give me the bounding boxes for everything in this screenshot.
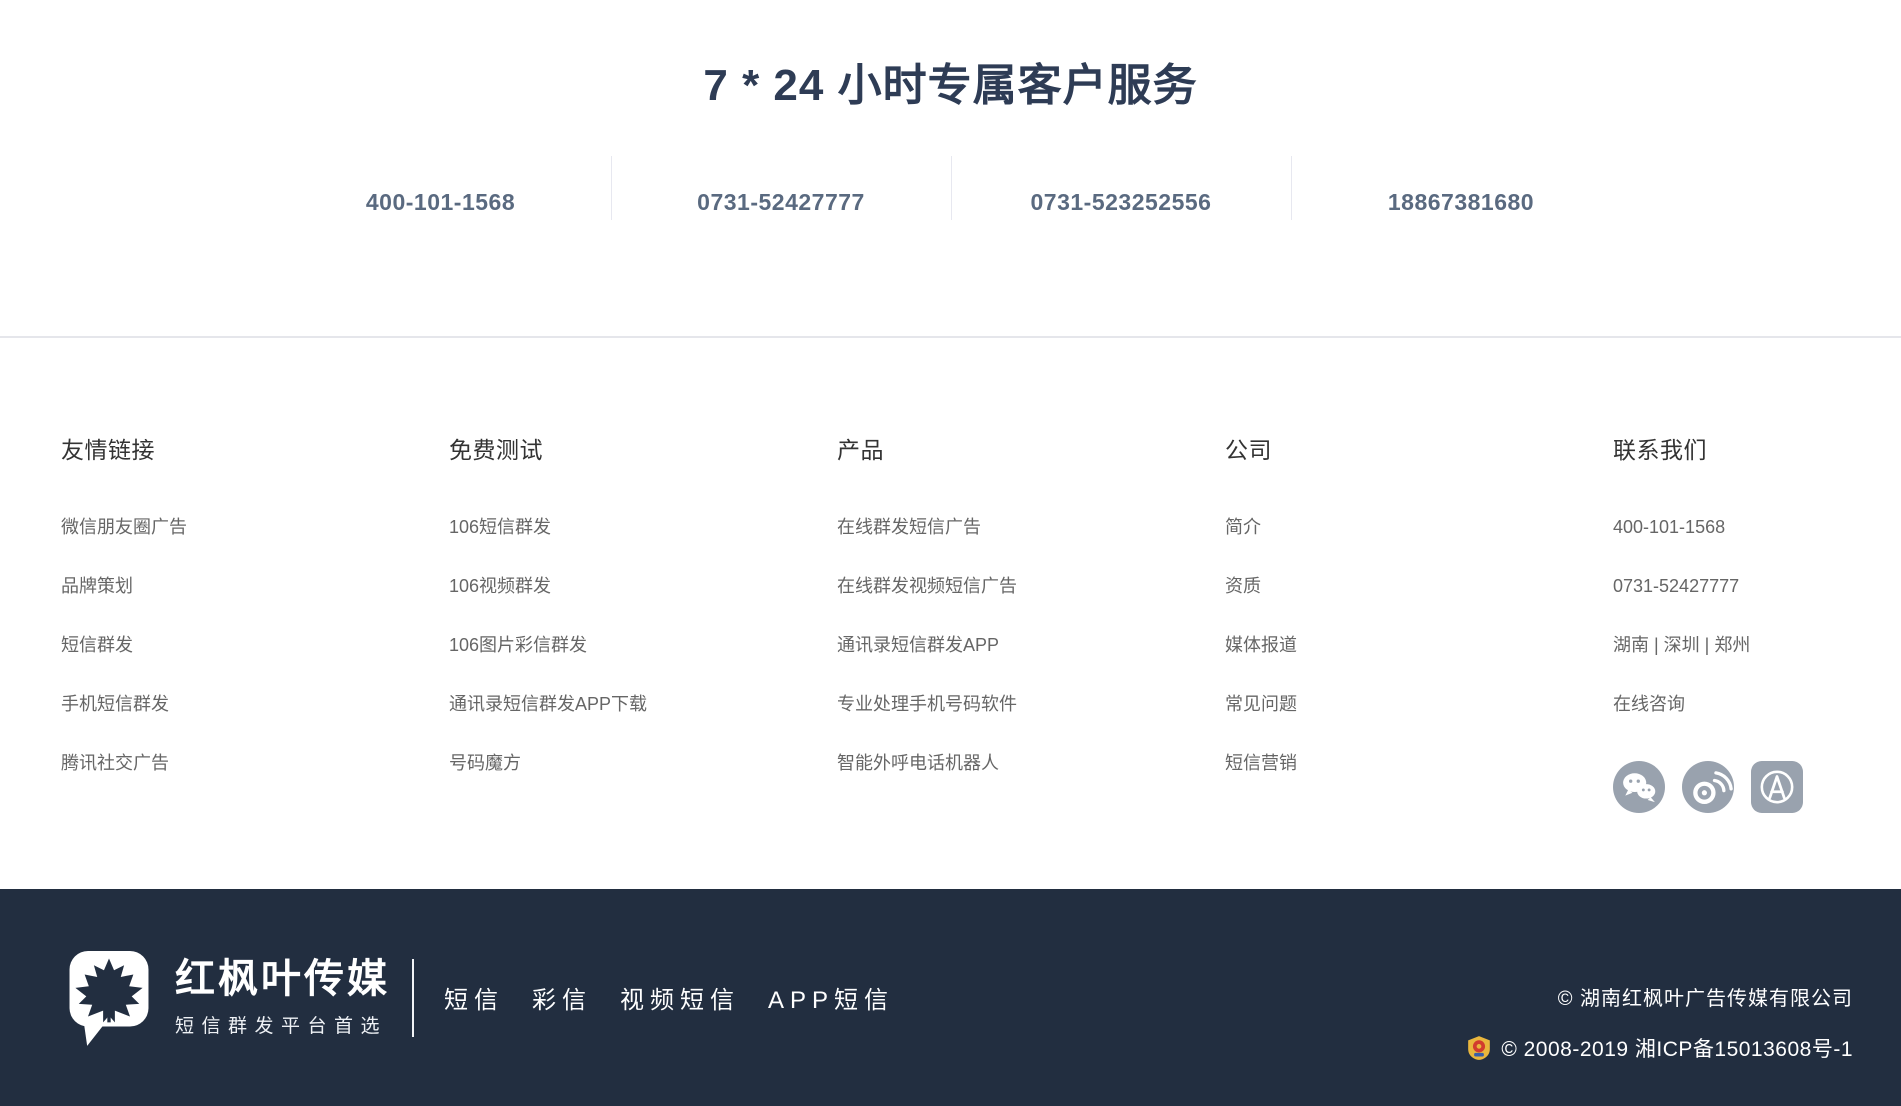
service-types: 短信彩信视频短信 APP短信	[444, 980, 894, 1015]
footer-link-item: 媒体报道	[1225, 636, 1613, 656]
maple-leaf-logo-icon	[67, 948, 151, 1048]
appstore-icon[interactable]	[1751, 761, 1803, 813]
footer-link[interactable]: 简介	[1225, 517, 1261, 537]
service-type-label: 短信	[444, 980, 504, 1015]
service-phone: 400-101-1568	[271, 156, 611, 220]
footer-link-item: 106短信群发	[449, 518, 837, 538]
footer-link[interactable]: 0731-52427777	[1613, 576, 1739, 596]
footer-link[interactable]: 品牌策划	[61, 576, 133, 596]
footer-link-item: 手机短信群发	[61, 695, 449, 715]
footer-link[interactable]: 腾讯社交广告	[61, 753, 169, 773]
brand-tagline: 短信群发平台首选	[175, 1011, 390, 1038]
footer-col-heading: 友情链接	[61, 431, 449, 465]
service-type-label: APP短信	[768, 980, 894, 1015]
footer-link-item: 品牌策划	[61, 577, 449, 597]
footer-link-item: 湖南 | 深圳 | 郑州	[1613, 636, 1901, 656]
footer-link[interactable]: 资质	[1225, 576, 1261, 596]
section-divider	[0, 336, 1901, 338]
footer-link-item: 0731-52427777	[1613, 577, 1901, 597]
footer-link[interactable]: 常见问题	[1225, 694, 1297, 714]
brand-area: 红枫叶传媒 短信群发平台首选 短信彩信视频短信 APP短信	[67, 948, 894, 1048]
footer-link-item: 简介	[1225, 518, 1613, 538]
footer-link[interactable]: 湖南 | 深圳 | 郑州	[1613, 635, 1750, 655]
footer-link-item: 常见问题	[1225, 695, 1613, 715]
copyright-icp[interactable]: © 2008-2019 湘ICP备15013608号-1	[1501, 1033, 1853, 1063]
footer-link-list: 微信朋友圈广告品牌策划短信群发手机短信群发腾讯社交广告	[61, 518, 449, 774]
copyright-area: © 湖南红枫叶广告传媒有限公司 © 2008-2019 湘ICP备1501360…	[1466, 982, 1853, 1063]
bottom-bar: 红枫叶传媒 短信群发平台首选 短信彩信视频短信 APP短信 © 湖南红枫叶广告传媒…	[0, 889, 1901, 1106]
service-phone: 0731-523252556	[951, 156, 1291, 220]
footer-link-list: 在线群发短信广告在线群发视频短信广告通讯录短信群发APP 专业处理手机号码软件智能…	[837, 518, 1225, 774]
footer-nav: 友情链接微信朋友圈广告品牌策划短信群发手机短信群发腾讯社交广告免费测试106短信…	[0, 431, 1901, 813]
footer-link[interactable]: 106视频群发	[449, 576, 551, 596]
footer-link-item: 短信营销	[1225, 754, 1613, 774]
footer-col-free-test: 免费测试 106短信群发 106视频群发 106图片彩信群发通讯录短信群发APP下载号…	[449, 431, 837, 813]
footer-link-item: 腾讯社交广告	[61, 754, 449, 774]
footer-link-list: 简介资质媒体报道常见问题短信营销	[1225, 518, 1613, 774]
service-phone-list: 400-101-15680731-524277770731-5232525561…	[0, 156, 1901, 220]
footer-link[interactable]: 106短信群发	[449, 517, 551, 537]
footer-link[interactable]: 在线群发视频短信广告	[837, 576, 1017, 596]
service-title: 7 * 24 小时专属客户服务	[0, 60, 1901, 112]
service-phone: 18867381680	[1291, 156, 1631, 220]
footer-link-item: 专业处理手机号码软件	[837, 695, 1225, 715]
footer-link-item: 在线群发短信广告	[837, 518, 1225, 538]
footer-col-company: 公司简介资质媒体报道常见问题短信营销	[1225, 431, 1613, 813]
wechat-icon[interactable]	[1613, 761, 1665, 813]
brand-name: 红枫叶传媒	[175, 957, 390, 1001]
footer-link[interactable]: 短信群发	[61, 635, 133, 655]
footer-link[interactable]: 智能外呼电话机器人	[837, 753, 999, 773]
footer-link[interactable]: 400-101-1568	[1613, 517, 1725, 537]
footer-link-list: 400-101-1568 0731-52427777 湖南 | 深圳 | 郑州在线咨…	[1613, 518, 1901, 715]
social-icons	[1613, 761, 1901, 813]
footer-link[interactable]: 短信营销	[1225, 753, 1297, 773]
footer-link-list: 106短信群发 106视频群发 106图片彩信群发通讯录短信群发APP下载号码魔方	[449, 518, 837, 774]
service-type-label: 彩信	[532, 980, 592, 1015]
footer-link-item: 号码魔方	[449, 754, 837, 774]
footer-link[interactable]: 专业处理手机号码软件	[837, 694, 1017, 714]
footer-link-item: 在线群发视频短信广告	[837, 577, 1225, 597]
footer-link-item: 在线咨询	[1613, 695, 1901, 715]
footer-link-item: 资质	[1225, 577, 1613, 597]
footer-link[interactable]: 微信朋友圈广告	[61, 517, 187, 537]
footer-col-heading: 公司	[1225, 431, 1613, 465]
footer-link-item: 通讯录短信群发APP下载	[449, 695, 837, 715]
footer-link-item: 智能外呼电话机器人	[837, 754, 1225, 774]
footer-link-item: 106图片彩信群发	[449, 636, 837, 656]
page: 7 * 24 小时专属客户服务 400-101-15680731-5242777…	[0, 0, 1901, 1106]
copyright-company: © 湖南红枫叶广告传媒有限公司	[1466, 982, 1853, 1011]
weibo-icon[interactable]	[1682, 761, 1734, 813]
service-phone: 0731-52427777	[611, 156, 951, 220]
footer-link[interactable]: 媒体报道	[1225, 635, 1297, 655]
footer-link-item: 400-101-1568	[1613, 518, 1901, 538]
footer-link-item: 微信朋友圈广告	[61, 518, 449, 538]
footer-link[interactable]: 号码魔方	[449, 753, 521, 773]
footer-link-item: 通讯录短信群发APP	[837, 636, 1225, 656]
footer-link[interactable]: 106图片彩信群发	[449, 635, 587, 655]
footer-link[interactable]: 通讯录短信群发APP	[837, 635, 999, 655]
footer-link[interactable]: 在线咨询	[1613, 694, 1685, 714]
footer-col-products: 产品在线群发短信广告在线群发视频短信广告通讯录短信群发APP 专业处理手机号码软件…	[837, 431, 1225, 813]
footer-col-contact: 联系我们 400-101-1568 0731-52427777 湖南 | 深圳 | 郑…	[1613, 431, 1901, 813]
footer-col-friend-links: 友情链接微信朋友圈广告品牌策划短信群发手机短信群发腾讯社交广告	[61, 431, 449, 813]
footer-link[interactable]: 手机短信群发	[61, 694, 169, 714]
police-badge-icon	[1466, 1035, 1492, 1061]
customer-service-section: 7 * 24 小时专属客户服务 400-101-15680731-5242777…	[0, 0, 1901, 220]
footer-col-heading: 产品	[837, 431, 1225, 465]
footer-col-heading: 联系我们	[1613, 431, 1901, 465]
copyright-icp-line: © 2008-2019 湘ICP备15013608号-1	[1466, 1033, 1853, 1063]
brand-text: 红枫叶传媒 短信群发平台首选	[175, 957, 390, 1038]
footer-link[interactable]: 在线群发短信广告	[837, 517, 981, 537]
footer-link-item: 106视频群发	[449, 577, 837, 597]
footer-col-heading: 免费测试	[449, 431, 837, 465]
service-type-label: 视频短信	[620, 980, 740, 1015]
vertical-divider	[412, 959, 414, 1037]
footer-link-item: 短信群发	[61, 636, 449, 656]
footer-link[interactable]: 通讯录短信群发APP下载	[449, 694, 647, 714]
